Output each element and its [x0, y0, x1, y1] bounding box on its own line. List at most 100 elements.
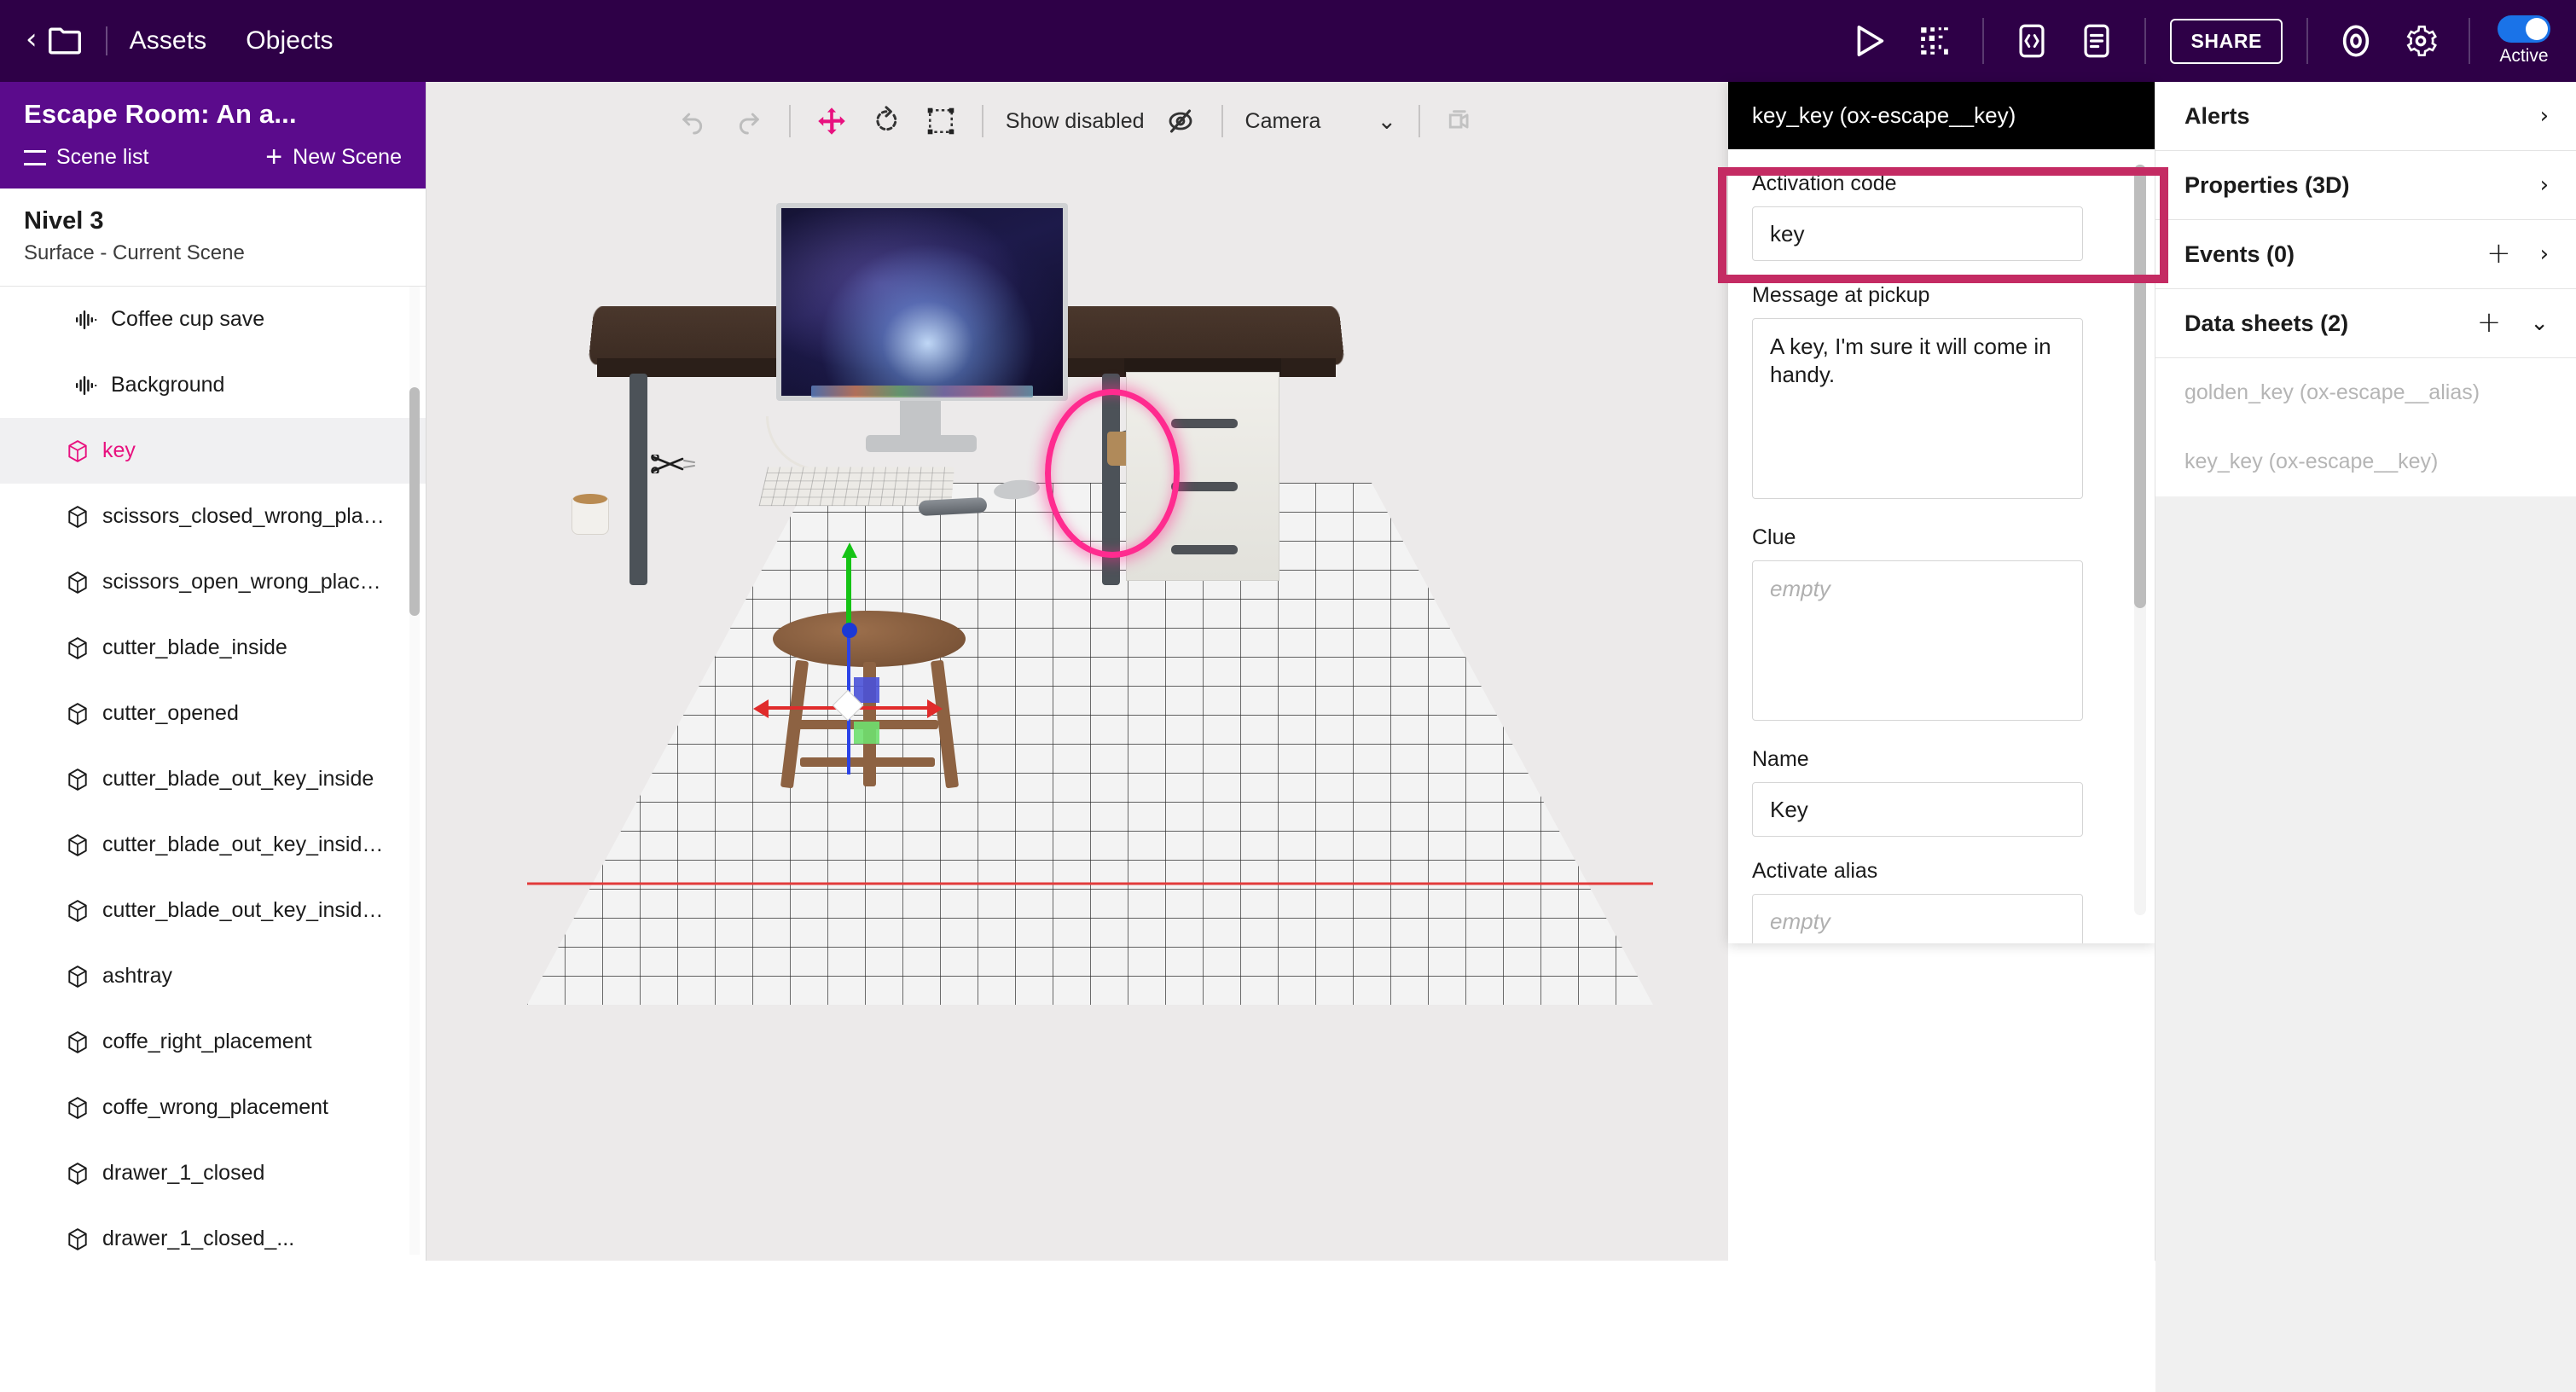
object-list-item-label: cutter_blade_out_key_inside: [102, 767, 374, 791]
cube-icon: [67, 768, 89, 792]
redo-icon[interactable]: [726, 99, 770, 143]
data-sheet-item[interactable]: key_key (ox-escape__key): [2155, 427, 2576, 496]
topbar-right-group: SHARE Active: [1837, 15, 2576, 67]
cube-icon: [67, 1162, 89, 1186]
object-list-item-label: cutter_blade_out_key_inside_...: [102, 832, 392, 856]
scene-list-button[interactable]: Scene list: [24, 145, 148, 170]
object-list-item[interactable]: drawer_1_closed_...: [0, 1206, 426, 1255]
stool-seat: [773, 611, 966, 667]
document-icon[interactable]: [2071, 15, 2122, 67]
toolbar-divider-2: [981, 105, 983, 137]
qr-code-icon[interactable]: [1909, 15, 1960, 67]
right-inspector-panel: Alerts › Properties (3D) › Events (0) + …: [2155, 82, 2576, 1392]
properties-scrollbar-thumb[interactable]: [2134, 165, 2146, 608]
scene-3d-render[interactable]: [426, 160, 1728, 1261]
object-list-item[interactable]: cutter_blade_out_key_inside: [0, 746, 426, 812]
current-scene-info[interactable]: Nivel 3 Surface - Current Scene: [0, 188, 426, 287]
camera-select-label[interactable]: Camera: [1245, 109, 1321, 134]
object-list-item[interactable]: scissors_open_wrong_placem...: [0, 549, 426, 615]
object-list-item[interactable]: scissors_closed_wrong_place...: [0, 484, 426, 549]
toggle-switch[interactable]: [2498, 15, 2550, 43]
chevron-down-icon[interactable]: ⌄: [2530, 312, 2549, 334]
gizmo-arrow-right[interactable]: [927, 699, 943, 718]
object-list-item-label: key: [102, 438, 136, 462]
show-disabled-label[interactable]: Show disabled: [1006, 109, 1145, 134]
right-panel-empty-area: [2155, 496, 2576, 1392]
active-toggle[interactable]: Active: [2498, 15, 2550, 67]
activate-alias-label: Activate alias: [1752, 859, 1878, 883]
add-data-sheet-button[interactable]: +: [2477, 308, 2502, 337]
scissors-icon: [651, 455, 695, 473]
activation-code-input[interactable]: [1752, 206, 2083, 261]
cube-icon: [67, 439, 89, 463]
object-list-item[interactable]: cutter_blade_out_key_inside_...: [0, 878, 426, 943]
viewport-3d[interactable]: Show disabled Camera ⌄: [426, 82, 1728, 1261]
hamburger-icon: [24, 149, 46, 165]
field-clue: Clue: [1752, 525, 2131, 725]
sidebar-scrollbar-thumb[interactable]: [409, 387, 420, 616]
section-alerts-title: Alerts: [2184, 102, 2250, 129]
clue-textarea[interactable]: [1752, 560, 2083, 721]
new-scene-button[interactable]: + New Scene: [265, 142, 402, 171]
data-sheet-item[interactable]: golden_key (ox-escape__alias): [2155, 358, 2576, 427]
gizmo-arrow-left[interactable]: [753, 699, 769, 718]
object-list-item-label: drawer_1_closed: [102, 1161, 265, 1185]
scene-subtitle: Surface - Current Scene: [24, 241, 245, 264]
chevron-right-icon[interactable]: ›: [2540, 243, 2549, 265]
object-list-item[interactable]: cutter_blade_out_key_inside_...: [0, 812, 426, 878]
add-event-button[interactable]: +: [2486, 239, 2511, 268]
chevron-right-icon[interactable]: ›: [2540, 174, 2549, 196]
nav-objects[interactable]: Objects: [246, 26, 333, 55]
activation-code-label: Activation code: [1752, 171, 1897, 195]
object-list-item[interactable]: cutter_opened: [0, 681, 426, 746]
cube-icon: [67, 965, 89, 989]
gizmo-center-handle[interactable]: [842, 623, 857, 638]
move-tool-icon[interactable]: [809, 99, 854, 143]
topbar-divider-4: [2306, 18, 2308, 64]
undo-icon[interactable]: [671, 99, 716, 143]
drawer-handle-3: [1171, 545, 1238, 554]
eye-off-icon[interactable]: [1158, 99, 1203, 143]
section-data-sheets[interactable]: Data sheets (2) + ⌄: [2155, 289, 2576, 358]
name-label: Name: [1752, 747, 1809, 771]
message-at-pickup-textarea[interactable]: A key, I'm sure it will come in handy.: [1752, 318, 2083, 499]
section-events[interactable]: Events (0) + ›: [2155, 220, 2576, 289]
camera-icon[interactable]: [1439, 99, 1483, 143]
drawer-handle-1: [1171, 419, 1238, 428]
object-list-item[interactable]: Coffee cup save: [0, 287, 426, 352]
activate-alias-input[interactable]: [1752, 894, 2083, 943]
play-icon[interactable]: [1844, 15, 1895, 67]
cube-icon: [67, 505, 89, 529]
object-list-item[interactable]: drawer_1_closed: [0, 1140, 426, 1206]
gear-icon[interactable]: [2395, 15, 2446, 67]
nav-assets[interactable]: Assets: [130, 26, 207, 55]
rotate-tool-icon[interactable]: [864, 99, 908, 143]
cube-icon: [67, 1096, 89, 1120]
object-list-item[interactable]: coffe_right_placement: [0, 1009, 426, 1075]
object-list-item-selected[interactable]: key: [0, 418, 426, 484]
chevron-down-icon[interactable]: ⌄: [1377, 108, 1396, 135]
project-actions: Scene list + New Scene: [24, 142, 402, 171]
share-button[interactable]: SHARE: [2170, 18, 2283, 64]
object-list-item[interactable]: coffe_wrong_placement: [0, 1075, 426, 1140]
scale-tool-icon[interactable]: [919, 99, 963, 143]
lifebuoy-icon[interactable]: [2330, 15, 2382, 67]
object-list-item[interactable]: ashtray: [0, 943, 426, 1009]
chevron-right-icon[interactable]: ›: [2540, 105, 2549, 127]
name-input[interactable]: [1752, 782, 2083, 837]
left-sidebar: Escape Room: An a... Scene list + New Sc…: [0, 82, 426, 1261]
gizmo-plane-xy[interactable]: [854, 722, 879, 744]
gizmo-arrow-up[interactable]: [842, 542, 857, 558]
code-brackets-icon[interactable]: [2006, 15, 2057, 67]
chevron-left-icon[interactable]: ‹: [19, 21, 44, 61]
clue-label: Clue: [1752, 525, 1796, 549]
scene-name: Nivel 3: [24, 207, 104, 235]
section-alerts[interactable]: Alerts ›: [2155, 82, 2576, 151]
object-list-item[interactable]: Background: [0, 352, 426, 418]
section-properties-3d[interactable]: Properties (3D) ›: [2155, 151, 2576, 220]
object-list-item[interactable]: cutter_blade_inside: [0, 615, 426, 681]
toolbar-divider-4: [1419, 105, 1421, 137]
cube-icon: [67, 899, 89, 923]
object-list-item-label: Coffee cup save: [111, 307, 265, 331]
folder-icon[interactable]: [46, 25, 84, 57]
